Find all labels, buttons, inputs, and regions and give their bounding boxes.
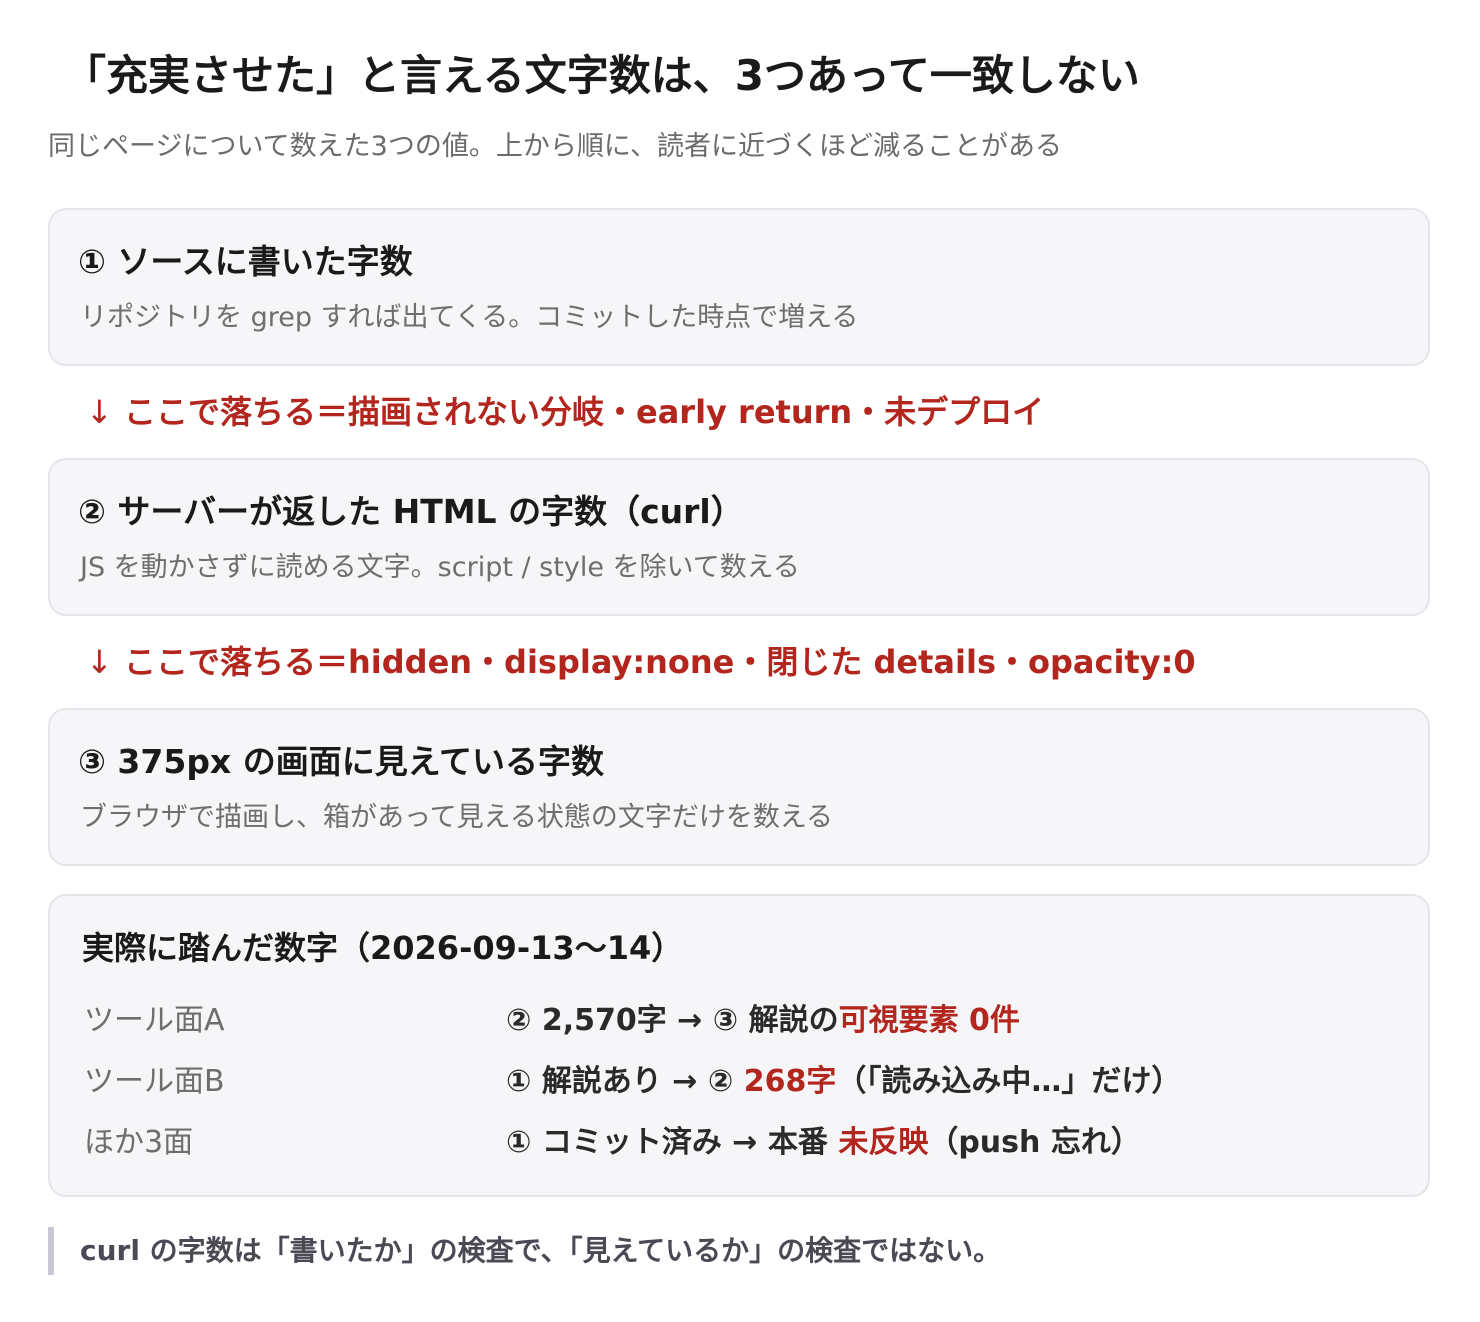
step-description: JS を動かさずに読める文字。script / style を除いて数える <box>80 552 800 583</box>
step-card-source: ① ソースに書いた字数 リポジトリを grep すれば出てくる。コミットした時点… <box>48 208 1430 366</box>
fact-value-highlight: 可視要素 0件 <box>838 1003 1020 1038</box>
fact-value-highlight: 268字 <box>743 1064 837 1099</box>
fact-value-post: （push 忘れ） <box>928 1125 1141 1160</box>
drop-note-text: ここで落ちる＝描画されない分岐・early return・未デプロイ <box>124 393 1045 431</box>
fact-value-post: （「読み込み中…」だけ） <box>836 1064 1182 1099</box>
drop-note: ↓ ここで落ちる＝hidden・display:none・閉じた details・… <box>86 638 1196 686</box>
drop-note: ↓ ここで落ちる＝描画されない分岐・early return・未デプロイ <box>86 388 1044 436</box>
drop-note-text: ここで落ちる＝hidden・display:none・閉じた details・o… <box>124 643 1196 681</box>
fact-row: ほか3面 ① コミット済み → 本番 未反映（push 忘れ） <box>50 1118 1428 1168</box>
closing-quote: curl の字数は「書いたか」の検査で、「見えているか」の検査ではない。 <box>48 1227 1001 1275</box>
fact-row: ツール面B ① 解説あり → ② 268字（「読み込み中…」だけ） <box>50 1057 1428 1107</box>
fact-value-highlight: 未反映 <box>838 1125 929 1160</box>
facts-title: 実際に踏んだ数字（2026-09-13〜14） <box>82 929 684 967</box>
fact-value-pre: ① 解説あり → ② <box>506 1064 744 1099</box>
page: 「充実させた」と言える文字数は、3つあって一致しない 同じページについて数えた3… <box>0 0 1480 1322</box>
fact-row: ツール面A ② 2,570字 → ③ 解説の可視要素 0件 <box>50 996 1428 1046</box>
down-arrow-icon: ↓ <box>86 393 113 431</box>
fact-value: ② 2,570字 → ③ 解説の可視要素 0件 <box>506 996 1020 1046</box>
fact-label: ほか3面 <box>84 1125 194 1160</box>
fact-value-pre: ① コミット済み → 本番 <box>506 1125 839 1160</box>
fact-value: ① 解説あり → ② 268字（「読み込み中…」だけ） <box>506 1057 1181 1107</box>
step-title: ① ソースに書いた字数 <box>78 242 413 281</box>
page-title: 「充実させた」と言える文字数は、3つあって一致しない <box>64 51 1140 100</box>
step-title: ③ 375px の画面に見えている字数 <box>78 742 605 781</box>
down-arrow-icon: ↓ <box>86 643 113 681</box>
fact-label: ツール面B <box>84 1064 225 1099</box>
fact-value: ① コミット済み → 本番 未反映（push 忘れ） <box>506 1118 1141 1168</box>
step-card-visible: ③ 375px の画面に見えている字数 ブラウザで描画し、箱があって見える状態の… <box>48 708 1430 866</box>
fact-label: ツール面A <box>84 1003 225 1038</box>
step-description: ブラウザで描画し、箱があって見える状態の文字だけを数える <box>80 802 834 833</box>
step-card-curl: ② サーバーが返した HTML の字数（curl） JS を動かさずに読める文字… <box>48 458 1430 616</box>
step-title: ② サーバーが返した HTML の字数（curl） <box>78 492 744 531</box>
fact-value-pre: ② 2,570字 → ③ 解説の <box>506 1003 839 1038</box>
step-description: リポジトリを grep すれば出てくる。コミットした時点で増える <box>80 302 859 333</box>
facts-card: 実際に踏んだ数字（2026-09-13〜14） ツール面A ② 2,570字 →… <box>48 894 1430 1197</box>
page-subtitle: 同じページについて数えた3つの値。上から順に、読者に近づくほど減ることがある <box>48 131 1063 162</box>
